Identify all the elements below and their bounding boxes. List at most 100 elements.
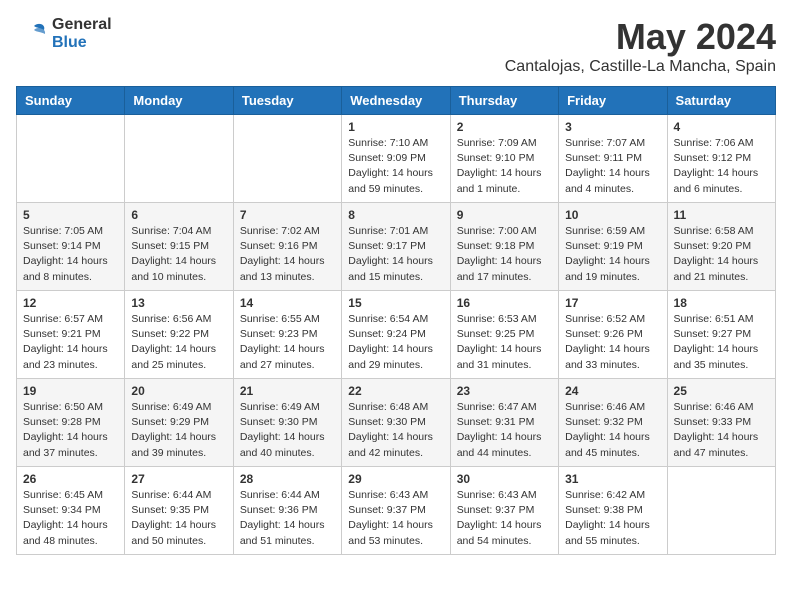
calendar-cell: 11 Sunrise: 6:58 AM Sunset: 9:20 PM Dayli… (667, 203, 775, 291)
calendar-cell: 24 Sunrise: 6:46 AM Sunset: 9:32 PM Dayli… (559, 379, 667, 467)
day-number: 23 (457, 384, 552, 398)
calendar-cell (233, 115, 341, 203)
weekday-header-sunday: Sunday (17, 87, 125, 115)
day-number: 22 (348, 384, 443, 398)
calendar-cell: 9 Sunrise: 7:00 AM Sunset: 9:18 PM Daylig… (450, 203, 558, 291)
calendar-cell: 8 Sunrise: 7:01 AM Sunset: 9:17 PM Daylig… (342, 203, 450, 291)
day-number: 2 (457, 120, 552, 134)
calendar-week-row: 5 Sunrise: 7:05 AM Sunset: 9:14 PM Daylig… (17, 203, 776, 291)
cell-content: Sunrise: 6:42 AM Sunset: 9:38 PM Dayligh… (565, 488, 660, 549)
day-number: 26 (23, 472, 118, 486)
calendar-cell: 19 Sunrise: 6:50 AM Sunset: 9:28 PM Dayli… (17, 379, 125, 467)
calendar-cell (17, 115, 125, 203)
calendar-cell: 20Sunrise: 6:49 AM Sunset: 9:29 PM Dayli… (125, 379, 233, 467)
weekday-header-monday: Monday (125, 87, 233, 115)
title-block: May 2024 Cantalojas, Castille-La Mancha,… (505, 16, 776, 76)
calendar-cell: 4Sunrise: 7:06 AM Sunset: 9:12 PM Daylig… (667, 115, 775, 203)
cell-content: Sunrise: 6:49 AM Sunset: 9:29 PM Dayligh… (131, 400, 226, 461)
calendar-week-row: 19 Sunrise: 6:50 AM Sunset: 9:28 PM Dayli… (17, 379, 776, 467)
calendar-week-row: 26 Sunrise: 6:45 AM Sunset: 9:34 PM Dayli… (17, 467, 776, 555)
day-number: 31 (565, 472, 660, 486)
cell-content: Sunrise: 6:46 AM Sunset: 9:33 PM Dayligh… (674, 400, 769, 461)
day-number: 25 (674, 384, 769, 398)
day-number: 8 (348, 208, 443, 222)
cell-content: Sunrise: 6:49 AM Sunset: 9:30 PM Dayligh… (240, 400, 335, 461)
cell-content: Sunrise: 6:55 AM Sunset: 9:23 PM Dayligh… (240, 312, 335, 373)
cell-content: Sunrise: 7:05 AM Sunset: 9:14 PM Dayligh… (23, 224, 118, 285)
day-number: 17 (565, 296, 660, 310)
calendar-cell: 7 Sunrise: 7:02 AM Sunset: 9:16 PM Daylig… (233, 203, 341, 291)
cell-content: Sunrise: 6:52 AM Sunset: 9:26 PM Dayligh… (565, 312, 660, 373)
cell-content: Sunrise: 7:10 AM Sunset: 9:09 PM Dayligh… (348, 136, 443, 197)
calendar-cell: 27 Sunrise: 6:44 AM Sunset: 9:35 PM Dayli… (125, 467, 233, 555)
calendar-cell (667, 467, 775, 555)
calendar-cell: 17 Sunrise: 6:52 AM Sunset: 9:26 PM Dayli… (559, 291, 667, 379)
main-title: May 2024 (505, 16, 776, 58)
weekday-header-wednesday: Wednesday (342, 87, 450, 115)
weekday-header-friday: Friday (559, 87, 667, 115)
day-number: 7 (240, 208, 335, 222)
day-number: 27 (131, 472, 226, 486)
day-number: 9 (457, 208, 552, 222)
weekday-header-row: SundayMondayTuesdayWednesdayThursdayFrid… (17, 87, 776, 115)
calendar-cell: 22 Sunrise: 6:48 AM Sunset: 9:30 PM Dayli… (342, 379, 450, 467)
calendar-cell: 21 Sunrise: 6:49 AM Sunset: 9:30 PM Dayli… (233, 379, 341, 467)
calendar-cell: 30Sunrise: 6:43 AM Sunset: 9:37 PM Dayli… (450, 467, 558, 555)
calendar-cell: 13 Sunrise: 6:56 AM Sunset: 9:22 PM Dayli… (125, 291, 233, 379)
cell-content: Sunrise: 6:46 AM Sunset: 9:32 PM Dayligh… (565, 400, 660, 461)
day-number: 12 (23, 296, 118, 310)
calendar-cell: 25 Sunrise: 6:46 AM Sunset: 9:33 PM Dayli… (667, 379, 775, 467)
logo-blue: Blue (52, 34, 87, 51)
cell-content: Sunrise: 6:44 AM Sunset: 9:36 PM Dayligh… (240, 488, 335, 549)
calendar-cell: 10 Sunrise: 6:59 AM Sunset: 9:19 PM Dayli… (559, 203, 667, 291)
cell-content: Sunrise: 7:04 AM Sunset: 9:15 PM Dayligh… (131, 224, 226, 285)
cell-content: Sunrise: 6:53 AM Sunset: 9:25 PM Dayligh… (457, 312, 552, 373)
day-number: 21 (240, 384, 335, 398)
day-number: 4 (674, 120, 769, 134)
day-number: 24 (565, 384, 660, 398)
cell-content: Sunrise: 6:43 AM Sunset: 9:37 PM Dayligh… (457, 488, 552, 549)
weekday-header-thursday: Thursday (450, 87, 558, 115)
day-number: 28 (240, 472, 335, 486)
calendar-cell: 15 Sunrise: 6:54 AM Sunset: 9:24 PM Dayli… (342, 291, 450, 379)
day-number: 11 (674, 208, 769, 222)
calendar-cell: 12Sunrise: 6:57 AM Sunset: 9:21 PM Dayli… (17, 291, 125, 379)
day-number: 18 (674, 296, 769, 310)
day-number: 16 (457, 296, 552, 310)
calendar-week-row: 1 Sunrise: 7:10 AM Sunset: 9:09 PM Daylig… (17, 115, 776, 203)
cell-content: Sunrise: 6:58 AM Sunset: 9:20 PM Dayligh… (674, 224, 769, 285)
calendar-cell: 18Sunrise: 6:51 AM Sunset: 9:27 PM Dayli… (667, 291, 775, 379)
calendar-cell: 28 Sunrise: 6:44 AM Sunset: 9:36 PM Dayli… (233, 467, 341, 555)
cell-content: Sunrise: 6:48 AM Sunset: 9:30 PM Dayligh… (348, 400, 443, 461)
cell-content: Sunrise: 7:07 AM Sunset: 9:11 PM Dayligh… (565, 136, 660, 197)
day-number: 14 (240, 296, 335, 310)
calendar-cell: 6Sunrise: 7:04 AM Sunset: 9:15 PM Daylig… (125, 203, 233, 291)
cell-content: Sunrise: 6:45 AM Sunset: 9:34 PM Dayligh… (23, 488, 118, 549)
cell-content: Sunrise: 6:54 AM Sunset: 9:24 PM Dayligh… (348, 312, 443, 373)
cell-content: Sunrise: 7:09 AM Sunset: 9:10 PM Dayligh… (457, 136, 552, 197)
day-number: 15 (348, 296, 443, 310)
weekday-header-tuesday: Tuesday (233, 87, 341, 115)
cell-content: Sunrise: 6:59 AM Sunset: 9:19 PM Dayligh… (565, 224, 660, 285)
cell-content: Sunrise: 7:02 AM Sunset: 9:16 PM Dayligh… (240, 224, 335, 285)
calendar-cell: 5 Sunrise: 7:05 AM Sunset: 9:14 PM Daylig… (17, 203, 125, 291)
day-number: 13 (131, 296, 226, 310)
day-number: 1 (348, 120, 443, 134)
calendar-cell: 23Sunrise: 6:47 AM Sunset: 9:31 PM Dayli… (450, 379, 558, 467)
logo-text: General Blue (52, 16, 112, 52)
day-number: 5 (23, 208, 118, 222)
logo-bird-icon (16, 18, 48, 50)
cell-content: Sunrise: 7:00 AM Sunset: 9:18 PM Dayligh… (457, 224, 552, 285)
cell-content: Sunrise: 6:50 AM Sunset: 9:28 PM Dayligh… (23, 400, 118, 461)
calendar-cell: 26 Sunrise: 6:45 AM Sunset: 9:34 PM Dayli… (17, 467, 125, 555)
cell-content: Sunrise: 6:56 AM Sunset: 9:22 PM Dayligh… (131, 312, 226, 373)
day-number: 19 (23, 384, 118, 398)
subtitle: Cantalojas, Castille-La Mancha, Spain (505, 58, 776, 76)
calendar-cell: 14 Sunrise: 6:55 AM Sunset: 9:23 PM Dayli… (233, 291, 341, 379)
cell-content: Sunrise: 6:44 AM Sunset: 9:35 PM Dayligh… (131, 488, 226, 549)
cell-content: Sunrise: 6:43 AM Sunset: 9:37 PM Dayligh… (348, 488, 443, 549)
logo: General Blue (16, 16, 112, 52)
calendar-cell: 1 Sunrise: 7:10 AM Sunset: 9:09 PM Daylig… (342, 115, 450, 203)
cell-content: Sunrise: 7:01 AM Sunset: 9:17 PM Dayligh… (348, 224, 443, 285)
day-number: 10 (565, 208, 660, 222)
